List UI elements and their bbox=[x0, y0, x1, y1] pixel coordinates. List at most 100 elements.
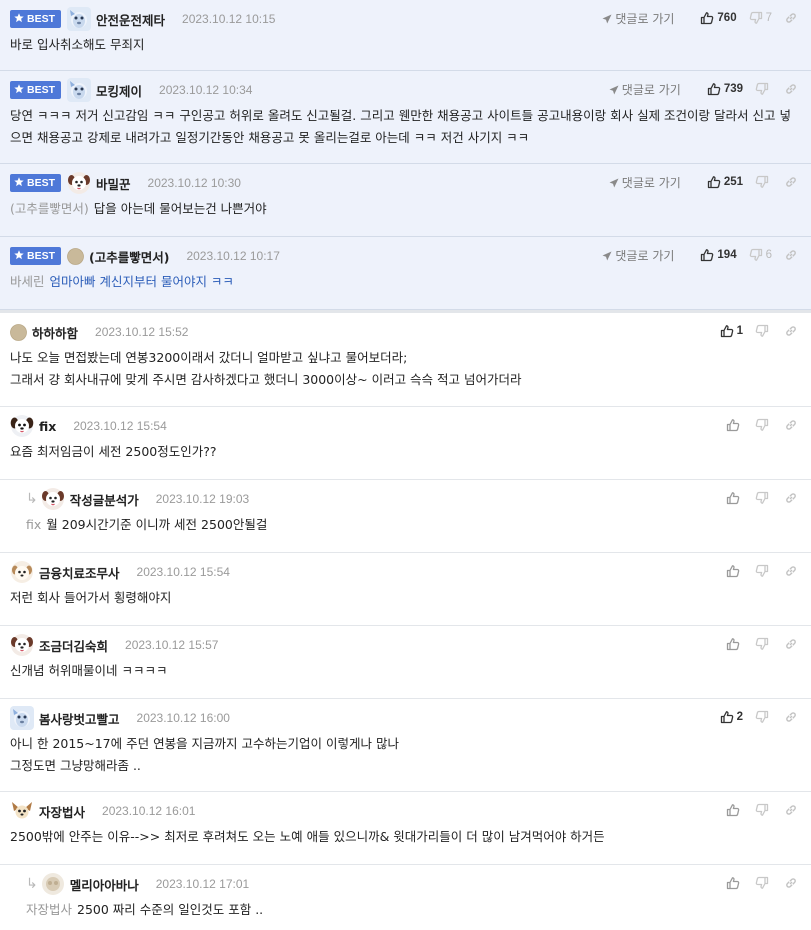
downvote-button[interactable] bbox=[755, 876, 772, 890]
upvote-button[interactable]: 1 bbox=[720, 324, 743, 338]
reply-target-mention[interactable]: (고추를빻면서) bbox=[10, 201, 89, 216]
link-icon[interactable] bbox=[784, 248, 801, 262]
comment-actions: 2 bbox=[708, 707, 801, 727]
link-icon[interactable] bbox=[784, 637, 801, 651]
comment-item: 봄사랑벗고빨고 2023.10.12 16:00 2 아니 한 2015~17에 주던… bbox=[0, 699, 811, 792]
author-nickname[interactable]: 바밀꾼 bbox=[96, 174, 131, 193]
upvote-button[interactable] bbox=[726, 803, 743, 817]
link-icon[interactable] bbox=[784, 82, 801, 96]
dog-avatar[interactable] bbox=[67, 171, 91, 195]
upvote-button[interactable] bbox=[726, 491, 743, 505]
comment-text-line: 당연 ㅋㅋㅋ 저거 신고감임 ㅋㅋ 구인공고 허위로 올려도 신고될걸. 그리고… bbox=[10, 108, 791, 145]
upvote-button[interactable]: 251 bbox=[707, 175, 743, 189]
comment-timestamp: 2023.10.12 19:03 bbox=[155, 492, 250, 506]
reply-target-mention[interactable]: 바세린 bbox=[10, 274, 45, 289]
chihuahua-avatar[interactable] bbox=[10, 799, 34, 823]
comment-timestamp: 2023.10.12 10:17 bbox=[186, 249, 280, 263]
comment-header: fix 2023.10.12 15:54 bbox=[10, 414, 167, 438]
best-badge: BEST bbox=[10, 10, 62, 28]
downvote-button[interactable]: 6 bbox=[749, 248, 772, 262]
link-icon[interactable] bbox=[784, 564, 801, 578]
reply-target-mention[interactable]: fix bbox=[26, 517, 41, 532]
link-icon[interactable] bbox=[784, 175, 801, 189]
upvote-button[interactable] bbox=[726, 564, 743, 578]
comment-item: BEST 안전운전제타 2023.10.12 10:15 댓글로 가기 760 7 바로 입… bbox=[0, 0, 811, 71]
downvote-button[interactable] bbox=[755, 564, 772, 578]
comment-timestamp: 2023.10.12 10:30 bbox=[147, 176, 241, 190]
link-icon[interactable] bbox=[784, 418, 801, 432]
upvote-button[interactable]: 2 bbox=[720, 710, 743, 724]
author-nickname[interactable]: 조금더김숙희 bbox=[39, 636, 108, 655]
comment-item: ↳ 작성글분석가 2023.10.12 19:03 fix 월 209시간기준 이니까 … bbox=[0, 480, 811, 553]
upvote-button[interactable]: 194 bbox=[700, 248, 737, 262]
author-nickname[interactable]: 자장법사 bbox=[39, 802, 85, 821]
comment-text-line: 답을 아는데 물어보는건 나쁜거야 bbox=[93, 201, 267, 216]
upvote-button[interactable]: 760 bbox=[700, 11, 737, 25]
author-nickname[interactable]: 모킹제이 bbox=[96, 81, 142, 100]
dog-dark-avatar[interactable] bbox=[10, 414, 34, 438]
author-nickname[interactable]: 안전운전제타 bbox=[96, 10, 165, 29]
blue-pet-avatar[interactable] bbox=[10, 706, 34, 730]
link-icon[interactable] bbox=[784, 710, 801, 724]
comment-header: 자장법사 2023.10.12 16:01 bbox=[10, 799, 195, 823]
upvote-count: 760 bbox=[717, 12, 737, 24]
link-icon[interactable] bbox=[784, 324, 801, 338]
downvote-button[interactable] bbox=[755, 175, 772, 189]
goto-comment-link[interactable]: 댓글로 가기 bbox=[602, 10, 674, 27]
author-nickname[interactable]: 작성글분석가 bbox=[70, 490, 139, 509]
link-icon[interactable] bbox=[784, 803, 801, 817]
comment-text-line: 나도 오늘 면접봤는데 연봉3200이래서 갔더니 얼마받고 싶냐고 물어보더라… bbox=[10, 350, 408, 365]
downvote-button[interactable] bbox=[755, 710, 772, 724]
upvote-button[interactable] bbox=[726, 876, 743, 890]
comment-actions bbox=[714, 873, 801, 893]
downvote-button[interactable] bbox=[755, 491, 772, 505]
default-avatar[interactable] bbox=[67, 247, 84, 265]
puppy-avatar[interactable] bbox=[10, 560, 34, 584]
comment-header: BEST (고추를빻면서) 2023.10.12 10:17 bbox=[10, 244, 280, 268]
downvote-button[interactable] bbox=[755, 324, 772, 338]
comment-text-line: 바로 입사취소해도 무죄지 bbox=[10, 37, 145, 52]
comment-actions bbox=[714, 488, 801, 508]
dog-avatar[interactable] bbox=[41, 487, 65, 511]
goto-comment-link[interactable]: 댓글로 가기 bbox=[609, 81, 681, 98]
comment-header: 하하하함 2023.10.12 15:52 bbox=[10, 320, 188, 344]
comment-body: 바로 입사취소해도 무죄지 bbox=[10, 34, 801, 56]
comment-body: 아니 한 2015~17에 주던 연봉을 지금까지 고수하는기업이 이렇게나 많… bbox=[10, 733, 801, 777]
upvote-count: 2 bbox=[736, 711, 743, 723]
dog-avatar[interactable] bbox=[10, 633, 34, 657]
author-nickname[interactable]: 하하하함 bbox=[32, 323, 78, 342]
comment-body: 저런 회사 들어가서 횡령해야지 bbox=[10, 587, 801, 609]
downvote-button[interactable] bbox=[755, 803, 772, 817]
comment-header: 봄사랑벗고빨고 2023.10.12 16:00 bbox=[10, 706, 230, 730]
blue-pet-avatar[interactable] bbox=[67, 78, 92, 102]
link-icon[interactable] bbox=[784, 11, 801, 25]
blurred-avatar[interactable] bbox=[41, 872, 65, 896]
comment-body: fix 월 209시간기준 이니까 세전 2500안될걸 bbox=[26, 514, 801, 536]
author-nickname[interactable]: (고추를빻면서) bbox=[89, 247, 169, 266]
reply-target-mention[interactable]: 자장법사 bbox=[26, 902, 72, 917]
blue-pet-avatar[interactable] bbox=[67, 7, 92, 31]
downvote-button[interactable] bbox=[755, 418, 772, 432]
upvote-button[interactable] bbox=[726, 637, 743, 651]
goto-comment-link[interactable]: 댓글로 가기 bbox=[609, 174, 681, 191]
author-nickname[interactable]: 금융치료조무사 bbox=[39, 563, 120, 582]
upvote-button[interactable] bbox=[726, 418, 743, 432]
author-nickname[interactable]: 봄사랑벗고빨고 bbox=[39, 709, 120, 728]
comment-header: BEST 안전운전제타 2023.10.12 10:15 bbox=[10, 7, 275, 31]
goto-comment-link[interactable]: 댓글로 가기 bbox=[602, 247, 674, 264]
downvote-button[interactable] bbox=[755, 82, 772, 96]
author-nickname[interactable]: 멜리아아바나 bbox=[70, 875, 139, 894]
upvote-button[interactable]: 739 bbox=[707, 82, 743, 96]
link-icon[interactable] bbox=[784, 876, 801, 890]
default-avatar[interactable] bbox=[10, 323, 27, 341]
comment-timestamp: 2023.10.12 10:34 bbox=[159, 83, 253, 97]
author-nickname[interactable]: fix bbox=[39, 419, 56, 434]
best-badge: BEST bbox=[10, 247, 62, 265]
comment-body: 요즘 최저임금이 세전 2500정도인가?? bbox=[10, 441, 801, 463]
downvote-button[interactable]: 7 bbox=[749, 11, 772, 25]
link-icon[interactable] bbox=[784, 491, 801, 505]
downvote-button[interactable] bbox=[755, 637, 772, 651]
comment-text-line: 저런 회사 들어가서 횡령해야지 bbox=[10, 590, 172, 605]
comment-item: BEST 바밀꾼 2023.10.12 10:30 댓글로 가기 251 (고추를빻면서)… bbox=[0, 164, 811, 237]
comment-timestamp: 2023.10.12 15:52 bbox=[95, 325, 189, 339]
